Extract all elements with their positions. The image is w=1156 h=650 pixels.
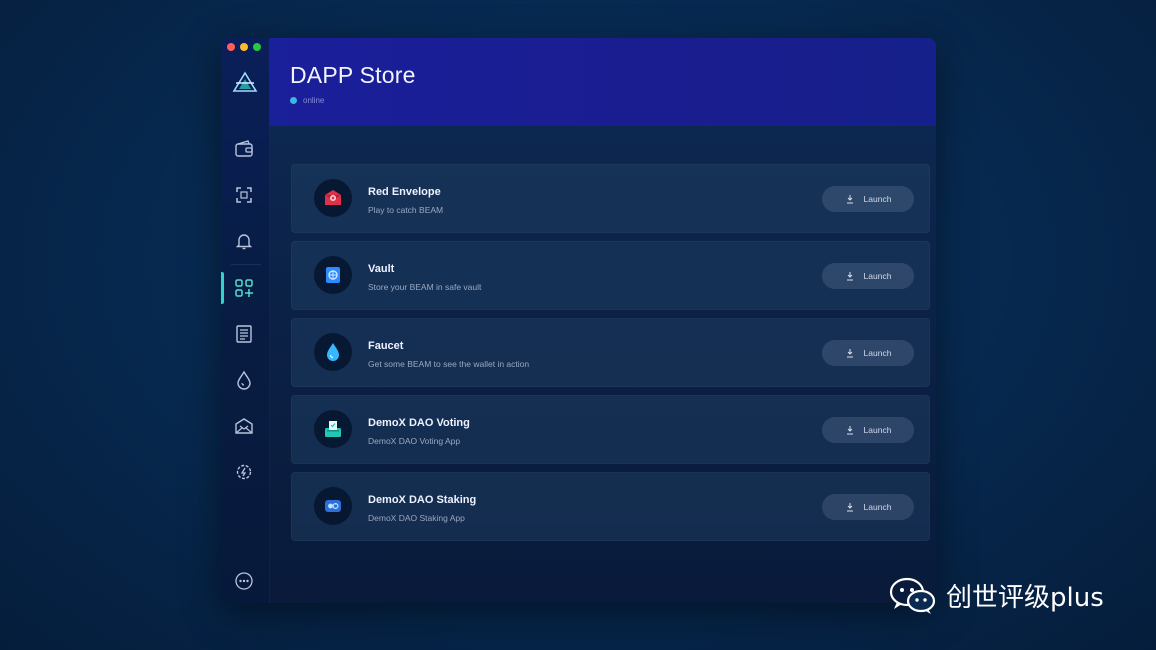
maximize-window-button[interactable] (253, 43, 261, 51)
document-icon[interactable] (233, 323, 255, 345)
dapp-name: Red Envelope (368, 186, 441, 198)
launch-button[interactable]: Launch (822, 186, 914, 212)
dapp-description: Play to catch BEAM (368, 205, 444, 215)
dapp-description: DemoX DAO Staking App (368, 513, 465, 523)
launch-icon (846, 426, 853, 435)
dapp-description: Store your BEAM in safe vault (368, 282, 482, 292)
watermark: 创世评级plus (888, 575, 1104, 615)
more-icon[interactable] (233, 570, 255, 592)
envelope-icon[interactable] (233, 415, 255, 437)
active-indicator (221, 272, 224, 304)
launch-label: Launch (863, 425, 892, 435)
watermark-text: 创世评级plus (946, 582, 1104, 613)
launch-label: Launch (863, 502, 892, 512)
page-header: DAPP Store online (269, 38, 936, 126)
dapp-name: DemoX DAO Voting (368, 417, 470, 429)
apps-grid-icon[interactable] (233, 277, 255, 299)
page-title: DAPP Store (290, 62, 416, 88)
wechat-icon (889, 577, 936, 614)
settings-icon[interactable] (233, 461, 255, 483)
faucet-icon (314, 333, 352, 371)
dapp-name: Vault (368, 263, 395, 275)
launch-button[interactable]: Launch (822, 263, 914, 289)
sidebar (221, 38, 270, 603)
red-envelope-icon (314, 179, 352, 217)
window-controls (227, 43, 261, 51)
launch-button[interactable]: Launch (822, 340, 914, 366)
dapp-card-dao-voting[interactable]: DemoX DAO Voting DemoX DAO Voting App La… (291, 395, 930, 464)
vault-icon (314, 256, 352, 294)
launch-icon (846, 272, 853, 281)
app-window: DAPP Store online Red Envelope Play to c… (221, 38, 936, 603)
dapp-name: Faucet (368, 340, 404, 352)
close-window-button[interactable] (227, 43, 235, 51)
dapp-card-vault[interactable]: Vault Store your BEAM in safe vault Laun… (291, 241, 930, 310)
launch-label: Launch (863, 348, 892, 358)
dapp-card-dao-staking[interactable]: DemoX DAO Staking DemoX DAO Staking App … (291, 472, 930, 541)
wallet-icon[interactable] (233, 138, 255, 160)
launch-icon (846, 195, 853, 204)
launch-label: Launch (863, 194, 892, 204)
launch-icon (846, 503, 853, 512)
launch-label: Launch (863, 271, 892, 281)
bell-icon[interactable] (233, 230, 255, 252)
dapp-card-red-envelope[interactable]: Red Envelope Play to catch BEAM Launch (291, 164, 930, 233)
dapp-list: Red Envelope Play to catch BEAM Launch V… (269, 126, 936, 603)
dao-staking-icon (314, 487, 352, 525)
dapp-description: Get some BEAM to see the wallet in actio… (368, 359, 530, 369)
launch-icon (846, 349, 853, 358)
scan-icon[interactable] (233, 184, 255, 206)
dapp-name: DemoX DAO Staking (368, 494, 477, 506)
connection-status: online (290, 96, 324, 105)
drop-icon[interactable] (233, 369, 255, 391)
minimize-window-button[interactable] (240, 43, 248, 51)
launch-button[interactable]: Launch (822, 417, 914, 443)
launch-button[interactable]: Launch (822, 494, 914, 520)
dapp-description: DemoX DAO Voting App (368, 436, 461, 446)
sidebar-divider (231, 264, 261, 265)
dapp-card-faucet[interactable]: Faucet Get some BEAM to see the wallet i… (291, 318, 930, 387)
status-dot-icon (290, 97, 297, 104)
status-text: online (303, 96, 325, 105)
dao-voting-icon (314, 410, 352, 448)
beam-logo-icon[interactable] (232, 71, 258, 93)
